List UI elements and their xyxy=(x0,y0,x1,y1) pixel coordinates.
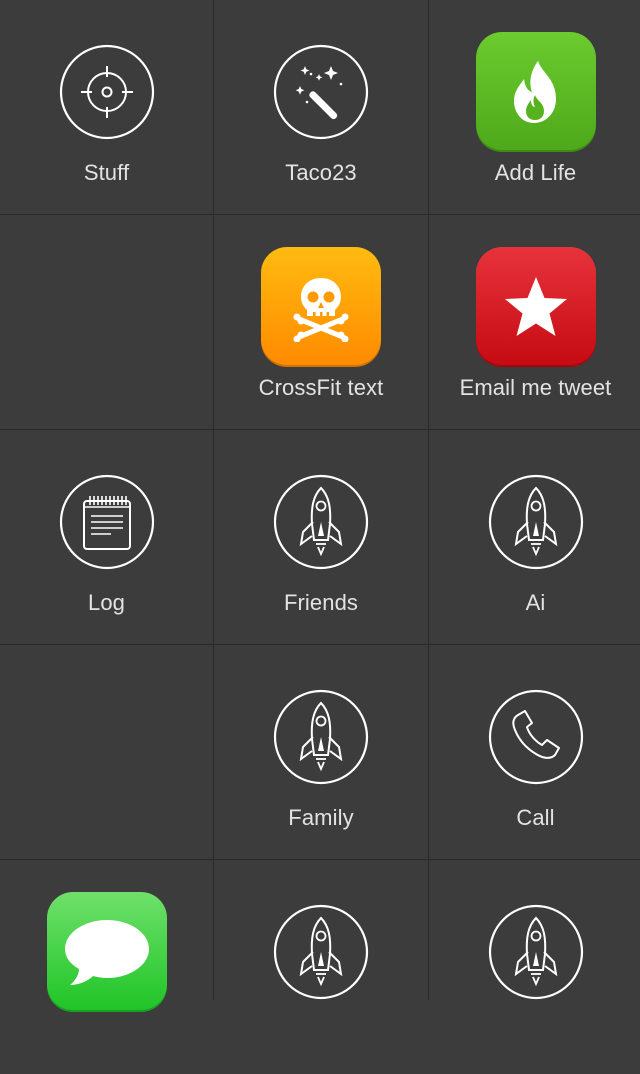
launcher-item-unlabeled[interactable] xyxy=(429,860,640,1074)
launcher-item-stuff[interactable]: Stuff xyxy=(0,0,213,214)
launcher-item-label: CrossFit text xyxy=(258,375,384,400)
launcher-item-family[interactable]: Family xyxy=(214,645,428,859)
launcher-grid: Stuff Taco23 Add Life CrossFit text Emai… xyxy=(0,0,640,1074)
launcher-empty-slot[interactable] xyxy=(0,215,213,429)
launcher-item-label: Email me tweet xyxy=(459,375,612,400)
app-tile xyxy=(46,892,167,1012)
magic-wand-icon xyxy=(261,32,381,152)
launcher-empty-slot[interactable] xyxy=(0,645,213,859)
phone-icon xyxy=(476,677,596,797)
app-tile xyxy=(475,32,596,152)
launcher-item-label: Call xyxy=(516,805,555,830)
app-tile xyxy=(475,247,596,367)
launcher-item-label: Friends xyxy=(283,590,359,615)
launcher-item-call[interactable]: Call xyxy=(429,645,640,859)
app-tile xyxy=(261,247,381,367)
launcher-item-label: Add Life xyxy=(494,160,577,185)
launcher-item-label: Stuff xyxy=(83,160,130,185)
launcher-item-ai[interactable]: Ai xyxy=(429,430,640,644)
launcher-item-label: Taco23 xyxy=(285,160,357,185)
launcher-item-email-me-tweet[interactable]: Email me tweet xyxy=(429,215,640,429)
crosshair-icon xyxy=(47,32,167,152)
launcher-item-label: Log xyxy=(87,590,125,615)
launcher-item-add-life[interactable]: Add Life xyxy=(429,0,640,214)
messages-icon xyxy=(46,892,167,1012)
launcher-item-taco23[interactable]: Taco23 xyxy=(214,0,428,214)
rocket-icon xyxy=(261,677,381,797)
launcher-item-crossfit-text[interactable]: CrossFit text xyxy=(214,215,428,429)
launcher-item-label: Ai xyxy=(525,590,546,615)
rocket-icon xyxy=(261,462,381,582)
rocket-icon xyxy=(261,892,381,1012)
launcher-item-messages[interactable] xyxy=(0,860,213,1074)
skull-crossbones-icon xyxy=(261,247,381,367)
fire-icon xyxy=(475,32,596,152)
star-icon xyxy=(475,247,596,367)
launcher-item-log[interactable]: Log xyxy=(0,430,213,644)
notepad-icon xyxy=(47,462,167,582)
rocket-icon xyxy=(476,462,596,582)
launcher-item-unlabeled[interactable] xyxy=(214,860,428,1074)
launcher-item-label: Family xyxy=(288,805,354,830)
rocket-icon xyxy=(476,892,596,1012)
launcher-item-friends[interactable]: Friends xyxy=(214,430,428,644)
